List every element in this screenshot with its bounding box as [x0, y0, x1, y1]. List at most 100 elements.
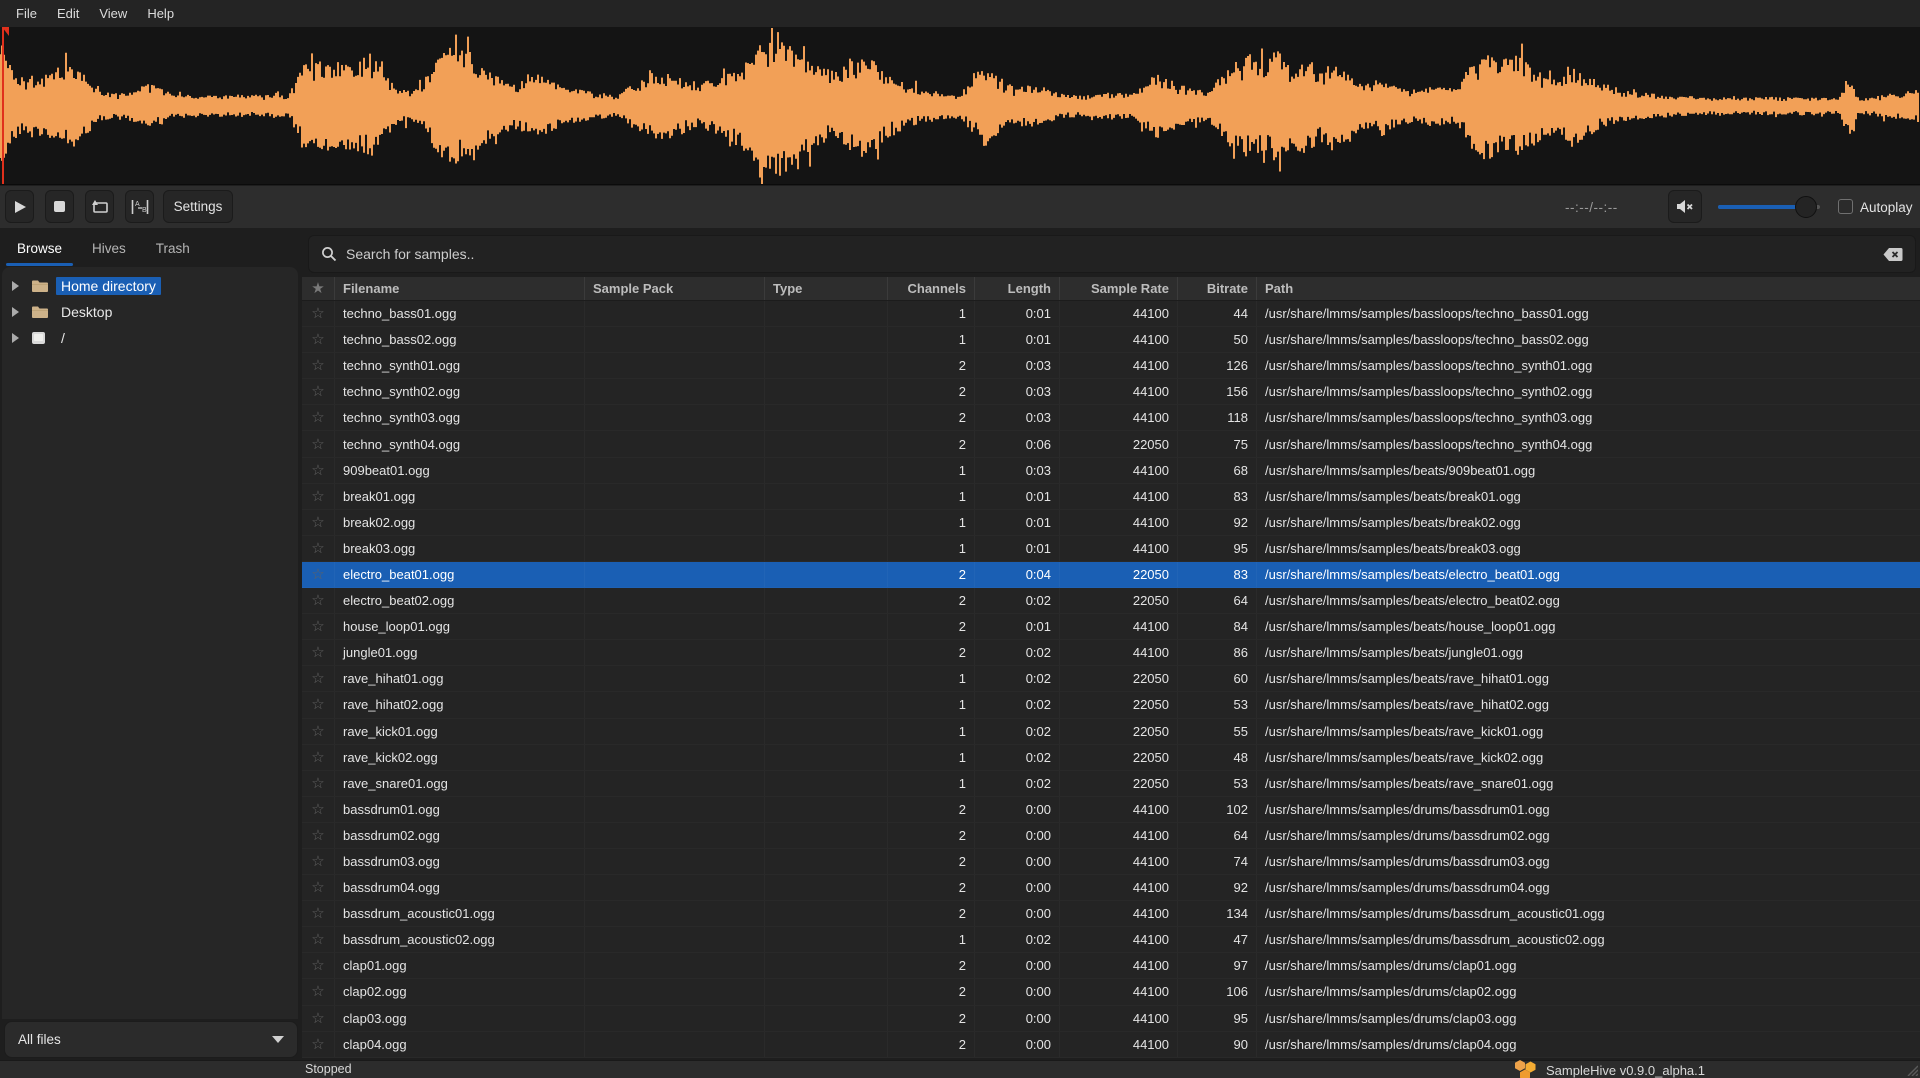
waveform-viewer[interactable]	[0, 27, 1920, 185]
favorite-toggle[interactable]: ☆	[302, 640, 335, 665]
star-outline-icon: ☆	[311, 958, 324, 973]
column-header-channels[interactable]: Channels	[888, 277, 975, 300]
table-row[interactable]: ☆clap03.ogg20:004410095/usr/share/lmms/s…	[302, 1006, 1920, 1032]
table-row[interactable]: ☆electro_beat01.ogg20:042205083/usr/shar…	[302, 562, 1920, 588]
favorite-toggle[interactable]: ☆	[302, 614, 335, 639]
column-header-sample_rate[interactable]: Sample Rate	[1060, 277, 1178, 300]
table-row[interactable]: ☆techno_bass02.ogg10:014410050/usr/share…	[302, 327, 1920, 353]
tree-item[interactable]: /	[2, 325, 298, 351]
table-row[interactable]: ☆rave_kick02.ogg10:022205048/usr/share/l…	[302, 745, 1920, 771]
table-row[interactable]: ☆clap04.ogg20:004410090/usr/share/lmms/s…	[302, 1032, 1920, 1058]
favorite-toggle[interactable]: ☆	[302, 953, 335, 978]
table-row[interactable]: ☆clap01.ogg20:004410097/usr/share/lmms/s…	[302, 953, 1920, 979]
column-header-star[interactable]: ★	[302, 277, 335, 300]
favorite-toggle[interactable]: ☆	[302, 901, 335, 926]
expand-arrow-icon[interactable]	[12, 281, 19, 291]
stop-button[interactable]	[45, 190, 74, 223]
cell-path: /usr/share/lmms/samples/drums/bassdrum03…	[1257, 849, 1920, 874]
menu-item-file[interactable]: File	[6, 1, 47, 26]
favorite-toggle[interactable]: ☆	[302, 979, 335, 1004]
settings-button[interactable]: Settings	[163, 190, 233, 223]
resize-grip[interactable]	[1904, 1064, 1918, 1076]
volume-slider[interactable]	[1718, 205, 1820, 209]
tab-hives[interactable]: Hives	[77, 230, 141, 267]
favorite-toggle[interactable]: ☆	[302, 1006, 335, 1031]
favorite-toggle[interactable]: ☆	[302, 536, 335, 561]
autoplay-checkbox[interactable]	[1838, 199, 1853, 214]
cell-type	[765, 510, 888, 535]
favorite-toggle[interactable]: ☆	[302, 927, 335, 952]
table-row[interactable]: ☆techno_synth03.ogg20:0344100118/usr/sha…	[302, 405, 1920, 431]
expand-arrow-icon[interactable]	[12, 333, 19, 343]
loop-button[interactable]	[85, 190, 114, 223]
table-row[interactable]: ☆jungle01.ogg20:024410086/usr/share/lmms…	[302, 640, 1920, 666]
favorite-toggle[interactable]: ☆	[302, 458, 335, 483]
favorite-toggle[interactable]: ☆	[302, 431, 335, 456]
mute-button[interactable]	[1668, 190, 1702, 223]
column-header-bitrate[interactable]: Bitrate	[1178, 277, 1257, 300]
menu-item-view[interactable]: View	[89, 1, 137, 26]
favorite-toggle[interactable]: ☆	[302, 484, 335, 509]
table-row[interactable]: ☆techno_bass01.ogg10:014410044/usr/share…	[302, 301, 1920, 327]
volume-slider-handle[interactable]	[1795, 196, 1817, 218]
table-row[interactable]: ☆bassdrum03.ogg20:004410074/usr/share/lm…	[302, 849, 1920, 875]
tab-browse[interactable]: Browse	[2, 230, 77, 267]
favorite-toggle[interactable]: ☆	[302, 823, 335, 848]
favorite-toggle[interactable]: ☆	[302, 849, 335, 874]
table-row[interactable]: ☆break01.ogg10:014410083/usr/share/lmms/…	[302, 484, 1920, 510]
favorite-toggle[interactable]: ☆	[302, 692, 335, 717]
ab-loop-button[interactable]: A B	[125, 190, 154, 223]
file-filter-dropdown[interactable]: All files	[4, 1021, 298, 1058]
favorite-toggle[interactable]: ☆	[302, 1032, 335, 1057]
favorite-toggle[interactable]: ☆	[302, 562, 335, 587]
table-row[interactable]: ☆techno_synth01.ogg20:0344100126/usr/sha…	[302, 353, 1920, 379]
play-button[interactable]	[5, 190, 34, 223]
favorite-toggle[interactable]: ☆	[302, 745, 335, 770]
favorite-toggle[interactable]: ☆	[302, 588, 335, 613]
favorite-toggle[interactable]: ☆	[302, 301, 335, 326]
cell-type	[765, 797, 888, 822]
tree-item[interactable]: Home directory	[2, 273, 298, 299]
favorite-toggle[interactable]: ☆	[302, 875, 335, 900]
favorite-toggle[interactable]: ☆	[302, 405, 335, 430]
menu-item-help[interactable]: Help	[137, 1, 184, 26]
favorite-toggle[interactable]: ☆	[302, 379, 335, 404]
table-row[interactable]: ☆house_loop01.ogg20:014410084/usr/share/…	[302, 614, 1920, 640]
favorite-toggle[interactable]: ☆	[302, 666, 335, 691]
column-header-type[interactable]: Type	[765, 277, 888, 300]
column-header-sample_pack[interactable]: Sample Pack	[585, 277, 765, 300]
favorite-toggle[interactable]: ☆	[302, 797, 335, 822]
table-row[interactable]: ☆rave_kick01.ogg10:022205055/usr/share/l…	[302, 719, 1920, 745]
column-header-filename[interactable]: Filename	[335, 277, 585, 300]
favorite-toggle[interactable]: ☆	[302, 353, 335, 378]
favorite-toggle[interactable]: ☆	[302, 719, 335, 744]
menu-item-edit[interactable]: Edit	[47, 1, 89, 26]
favorite-toggle[interactable]: ☆	[302, 510, 335, 535]
column-header-path[interactable]: Path	[1257, 277, 1920, 300]
table-row[interactable]: ☆clap02.ogg20:0044100106/usr/share/lmms/…	[302, 979, 1920, 1005]
table-row[interactable]: ☆break03.ogg10:014410095/usr/share/lmms/…	[302, 536, 1920, 562]
table-row[interactable]: ☆bassdrum_acoustic01.ogg20:0044100134/us…	[302, 901, 1920, 927]
favorite-toggle[interactable]: ☆	[302, 771, 335, 796]
table-row[interactable]: ☆rave_hihat02.ogg10:022205053/usr/share/…	[302, 692, 1920, 718]
table-row[interactable]: ☆break02.ogg10:014410092/usr/share/lmms/…	[302, 510, 1920, 536]
table-row[interactable]: ☆techno_synth04.ogg20:062205075/usr/shar…	[302, 431, 1920, 457]
table-row[interactable]: ☆electro_beat02.ogg20:022205064/usr/shar…	[302, 588, 1920, 614]
column-header-length[interactable]: Length	[975, 277, 1060, 300]
table-row[interactable]: ☆909beat01.ogg10:034410068/usr/share/lmm…	[302, 458, 1920, 484]
clear-search-icon[interactable]	[1883, 247, 1903, 262]
expand-arrow-icon[interactable]	[12, 307, 19, 317]
table-row[interactable]: ☆rave_snare01.ogg10:022205053/usr/share/…	[302, 771, 1920, 797]
favorite-toggle[interactable]: ☆	[302, 327, 335, 352]
cell-sample_pack	[585, 719, 765, 744]
tree-item[interactable]: Desktop	[2, 299, 298, 325]
table-row[interactable]: ☆rave_hihat01.ogg10:022205060/usr/share/…	[302, 666, 1920, 692]
table-row[interactable]: ☆bassdrum02.ogg20:004410064/usr/share/lm…	[302, 823, 1920, 849]
table-row[interactable]: ☆bassdrum01.ogg20:0044100102/usr/share/l…	[302, 797, 1920, 823]
tab-trash[interactable]: Trash	[141, 230, 205, 267]
table-row[interactable]: ☆bassdrum04.ogg20:004410092/usr/share/lm…	[302, 875, 1920, 901]
search-input[interactable]	[346, 246, 1883, 262]
table-row[interactable]: ☆techno_synth02.ogg20:0344100156/usr/sha…	[302, 379, 1920, 405]
cell-bitrate: 84	[1178, 614, 1257, 639]
table-row[interactable]: ☆bassdrum_acoustic02.ogg10:024410047/usr…	[302, 927, 1920, 953]
